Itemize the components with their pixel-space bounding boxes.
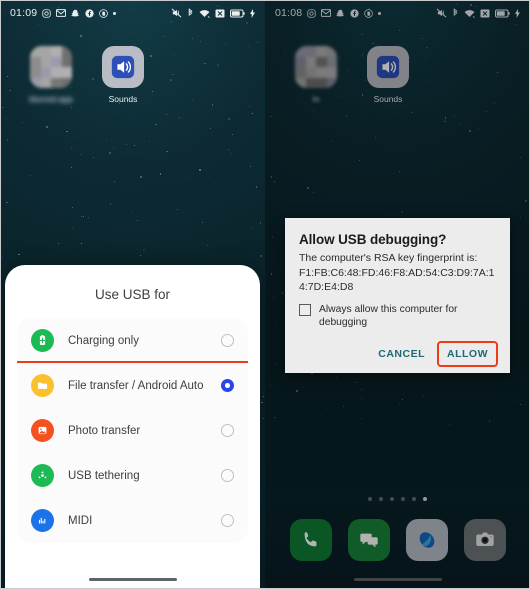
usb-debugging-dialog: Allow USB debugging? The computer's RSA … xyxy=(285,218,510,374)
usb-option-radio[interactable] xyxy=(221,334,234,347)
home-app-label: blurred-app xyxy=(29,94,73,104)
sheet-title: Use USB for xyxy=(94,287,171,302)
tethering-icon xyxy=(31,464,54,487)
home-app-row: blurred-app Sounds xyxy=(0,46,265,104)
rsa-fingerprint: F1:FB:C6:48:FD:46:F8:AD:54:C3:D9:7A:14:7… xyxy=(299,266,495,293)
always-allow-checkbox[interactable] xyxy=(299,303,311,316)
allow-button[interactable]: ALLOW xyxy=(439,343,496,365)
home-app-blurred[interactable]: blurred-app xyxy=(20,46,82,104)
always-allow-row[interactable]: Always allow this computer for debugging xyxy=(299,295,496,330)
right-phone-screen: 01:08 In Sounds Allow USB debugging? The… xyxy=(265,0,530,589)
usb-option-radio[interactable] xyxy=(221,469,234,482)
usb-option-photo-transfer[interactable]: Photo transfer xyxy=(17,408,248,453)
photo-icon xyxy=(31,419,54,442)
screenshot-stage: 01:09 blurred-app Sounds Use USB for Cha… xyxy=(0,0,530,589)
no-sim-icon xyxy=(215,9,225,18)
dot-icon xyxy=(113,11,117,15)
usb-option-label: File transfer / Android Auto xyxy=(68,379,204,392)
app-badge-icon xyxy=(99,8,109,18)
sounds-speaker-icon xyxy=(102,46,144,88)
snapchat-icon xyxy=(71,9,80,18)
blurred-app-icon xyxy=(30,46,72,88)
usb-option-label: Charging only xyxy=(68,334,139,347)
bluetooth-icon xyxy=(187,8,194,18)
usb-option-row[interactable]: File transfer / Android Auto xyxy=(17,361,248,410)
status-time: 01:09 xyxy=(10,7,38,19)
midi-bars-icon xyxy=(31,509,54,532)
instagram-icon xyxy=(42,8,51,18)
gesture-bar[interactable] xyxy=(88,577,177,581)
usb-option-label: MIDI xyxy=(68,514,93,527)
status-bar: 01:09 xyxy=(0,0,265,26)
usb-option-label: Photo transfer xyxy=(68,424,141,437)
cancel-button[interactable]: CANCEL xyxy=(370,343,433,365)
always-allow-label: Always allow this computer for debugging xyxy=(319,303,458,328)
mail-icon xyxy=(56,9,67,17)
usb-option-midi[interactable]: MIDI xyxy=(17,498,248,543)
left-phone-screen: 01:09 blurred-app Sounds Use USB for Cha… xyxy=(0,0,265,589)
status-bar-left: 01:09 xyxy=(10,7,117,19)
usb-option-row[interactable]: USB tethering xyxy=(17,453,248,498)
battery-charge-icon xyxy=(31,329,54,352)
folder-icon xyxy=(31,374,54,397)
usb-option-row[interactable]: Charging only xyxy=(17,318,248,363)
dialog-title: Allow USB debugging? xyxy=(299,232,447,247)
dialog-message: The computer's RSA key fingerprint is: xyxy=(299,252,478,264)
dialog-actions: CANCEL ALLOW xyxy=(299,329,498,368)
wifi-icon xyxy=(199,9,210,18)
home-app-sounds[interactable]: Sounds xyxy=(92,46,154,104)
mute-icon xyxy=(171,8,182,18)
usb-option-radio-selected[interactable] xyxy=(221,379,234,392)
usb-options-list: Charging only File transfer / Android Au… xyxy=(17,318,248,543)
usb-option-row[interactable]: MIDI xyxy=(17,498,248,543)
usb-option-file-transfer[interactable]: File transfer / Android Auto xyxy=(17,363,248,408)
usb-option-radio[interactable] xyxy=(221,424,234,437)
usb-option-row[interactable]: Photo transfer xyxy=(17,408,248,453)
charging-bolt-icon xyxy=(250,8,255,18)
usb-option-charging-only[interactable]: Charging only xyxy=(17,318,248,363)
home-app-label: Sounds xyxy=(108,94,138,104)
battery-icon xyxy=(230,9,245,18)
usb-option-radio[interactable] xyxy=(221,514,234,527)
usb-options-sheet: Use USB for Charging only File transfer … xyxy=(5,265,260,589)
usb-option-usb-tethering[interactable]: USB tethering xyxy=(17,453,248,498)
facebook-icon xyxy=(85,8,94,18)
usb-option-label: USB tethering xyxy=(68,469,140,482)
status-bar-right xyxy=(171,8,255,18)
allow-button-wrap[interactable]: ALLOW xyxy=(437,341,498,368)
